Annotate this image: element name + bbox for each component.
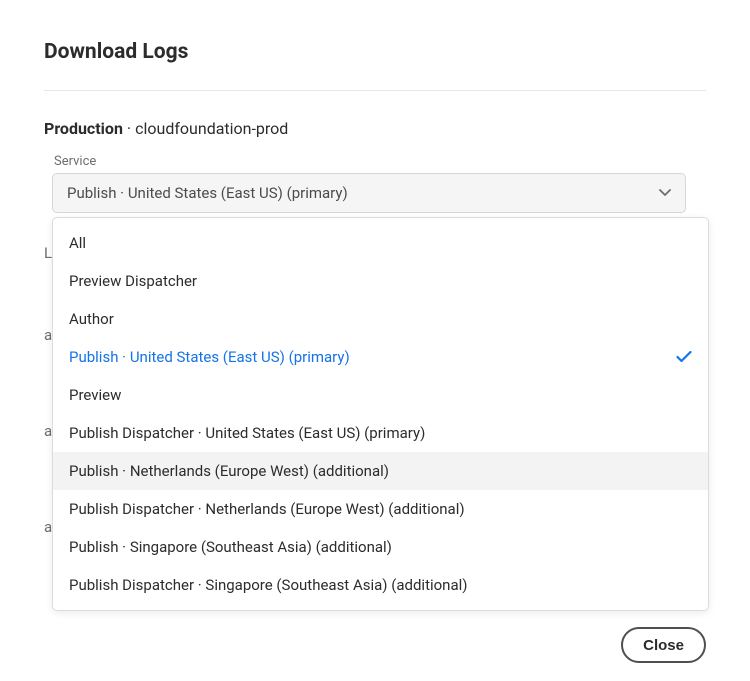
service-option[interactable]: Publish · Netherlands (Europe West) (add… (53, 452, 708, 490)
background-text-fragment: a (44, 518, 52, 536)
service-option-label: Preview Dispatcher (69, 272, 197, 290)
service-field-label: Service (54, 154, 706, 169)
background-text-fragment: a (44, 326, 52, 344)
divider (44, 90, 706, 91)
close-button[interactable]: Close (621, 627, 706, 663)
background-text-fragment: a (44, 422, 52, 440)
environment-label: Production·cloudfoundation-prod (44, 119, 706, 138)
service-option-label: Publish · United States (East US) (prima… (69, 348, 350, 366)
service-selected-value: Publish · United States (East US) (prima… (67, 184, 348, 202)
service-option-label: All (69, 234, 86, 252)
service-dropdown[interactable]: All Preview Dispatcher Author Publish · Uni… (52, 217, 709, 611)
service-option-label: Publish Dispatcher · Singapore (Southeas… (69, 576, 468, 594)
service-option-label: Author (69, 310, 114, 328)
check-icon (676, 351, 692, 363)
service-option[interactable]: All (53, 224, 708, 262)
download-logs-dialog: Download Logs Production·cloudfoundation… (0, 0, 750, 213)
service-option[interactable]: Author (53, 300, 708, 338)
service-option[interactable]: Publish · Singapore (Southeast Asia) (ad… (53, 528, 708, 566)
service-option-label: Publish · Singapore (Southeast Asia) (ad… (69, 538, 392, 556)
service-option[interactable]: Preview (53, 376, 708, 414)
background-text-fragment: L (44, 244, 52, 262)
service-option-label: Preview (69, 386, 121, 404)
service-option[interactable]: Publish Dispatcher · Singapore (Southeas… (53, 566, 708, 604)
dialog-title: Download Logs (44, 40, 706, 64)
chevron-down-icon (659, 189, 671, 197)
service-option[interactable]: Publish Dispatcher · Netherlands (Europe… (53, 490, 708, 528)
environment-name: cloudfoundation-prod (135, 119, 288, 138)
service-option[interactable]: Preview Dispatcher (53, 262, 708, 300)
service-option-label: Publish · Netherlands (Europe West) (add… (69, 462, 389, 480)
service-option[interactable]: Publish Dispatcher · United States (East… (53, 414, 708, 452)
environment-type: Production (44, 119, 123, 138)
service-option-label: Publish Dispatcher · United States (East… (69, 424, 425, 442)
service-select[interactable]: Publish · United States (East US) (prima… (52, 173, 686, 213)
service-option-label: Publish Dispatcher · Netherlands (Europe… (69, 500, 465, 518)
service-option[interactable]: Publish · United States (East US) (prima… (53, 338, 708, 376)
